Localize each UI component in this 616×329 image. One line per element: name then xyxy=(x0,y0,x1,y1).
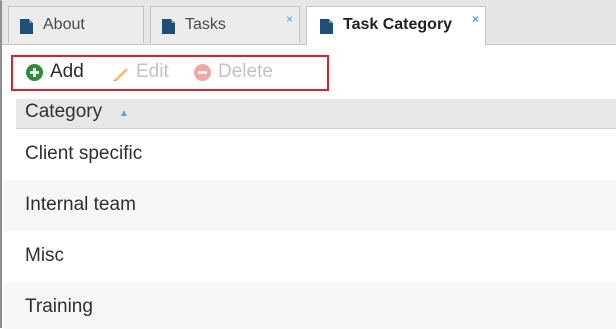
tab-about-label: About xyxy=(43,16,85,33)
document-icon xyxy=(162,19,175,34)
tab-task-category-label: Task Category xyxy=(343,16,453,33)
tab-task-category-close-icon[interactable]: × xyxy=(472,12,479,26)
table-row[interactable]: Training xyxy=(4,282,616,329)
tab-tasks-close-icon[interactable]: × xyxy=(286,12,293,26)
minus-circle-icon xyxy=(194,64,211,81)
category-column-header[interactable]: Category ▲ xyxy=(16,99,616,129)
toolbar: Add Edit Delete xyxy=(2,45,616,99)
delete-button-label: Delete xyxy=(218,61,273,82)
edit-button[interactable]: Edit xyxy=(112,61,178,83)
table-row[interactable]: Client specific xyxy=(4,129,616,180)
tab-strip: About Tasks × Task Category × xyxy=(2,0,616,45)
tab-about[interactable]: About xyxy=(8,6,144,43)
table-row[interactable]: Internal team xyxy=(4,180,616,231)
category-cell: Client specific xyxy=(25,143,143,164)
tab-tasks[interactable]: Tasks × xyxy=(150,6,300,43)
category-column-label: Category xyxy=(25,101,103,122)
category-cell: Training xyxy=(25,296,93,317)
add-button-label: Add xyxy=(50,61,84,82)
tab-task-category[interactable]: Task Category × xyxy=(306,6,486,45)
sort-ascending-icon: ▲ xyxy=(119,108,129,119)
category-cell: Internal team xyxy=(25,194,136,215)
delete-button[interactable]: Delete xyxy=(194,61,286,83)
document-icon xyxy=(20,19,33,34)
category-cell: Misc xyxy=(25,245,65,266)
edit-button-label: Edit xyxy=(136,61,169,82)
plus-circle-icon xyxy=(26,64,43,81)
pencil-icon xyxy=(113,68,128,81)
table-row[interactable]: Misc xyxy=(4,231,616,282)
tab-tasks-label: Tasks xyxy=(185,16,226,33)
add-button[interactable]: Add xyxy=(26,61,96,83)
document-icon xyxy=(320,19,333,34)
